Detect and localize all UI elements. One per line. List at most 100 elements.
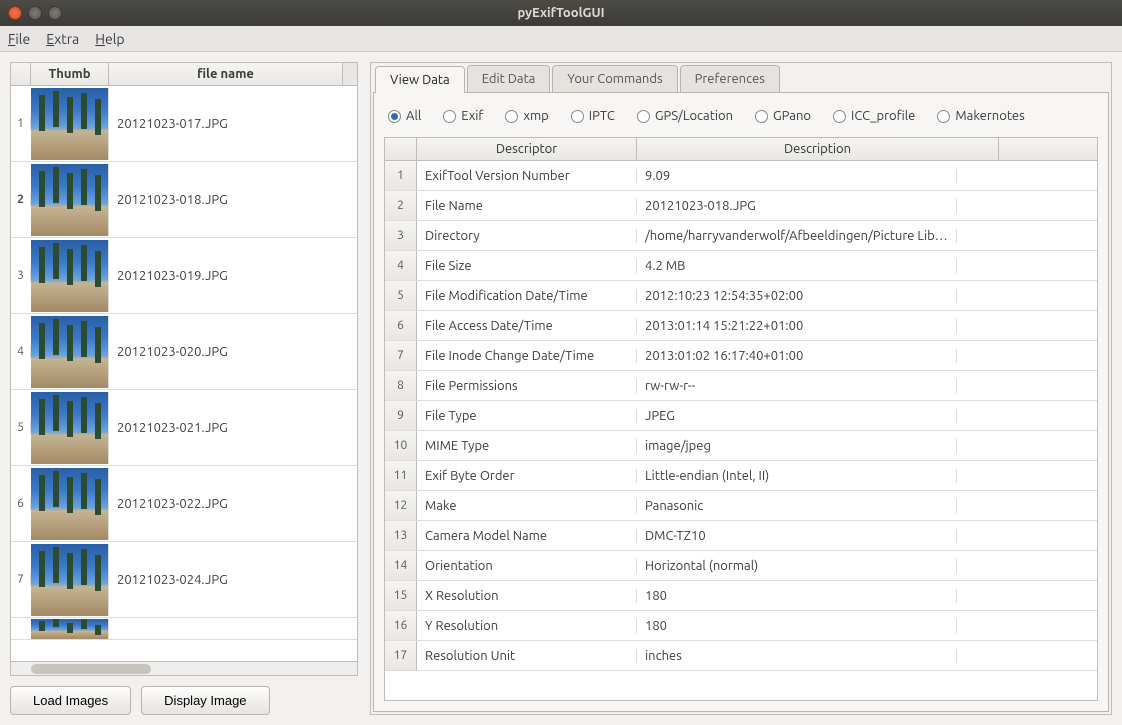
description: JPEG	[637, 409, 957, 423]
data-body[interactable]: 1ExifTool Version Number9.092File Name20…	[385, 161, 1097, 700]
table-row[interactable]: 13Camera Model NameDMC-TZ10	[385, 521, 1097, 551]
descriptor: File Modification Date/Time	[417, 289, 637, 303]
row-index: 7	[11, 573, 31, 586]
filter-gpano[interactable]: GPano	[755, 109, 811, 123]
col-index	[11, 63, 31, 85]
scroll-col	[1081, 138, 1097, 160]
descriptor: Camera Model Name	[417, 529, 637, 543]
filter-label: All	[406, 109, 421, 123]
left-panel: Thumb file name 120121023-017.JPG2201210…	[10, 62, 358, 715]
content: Thumb file name 120121023-017.JPG2201210…	[0, 52, 1122, 725]
menu-file[interactable]: File	[8, 31, 30, 47]
descriptor: MIME Type	[417, 439, 637, 453]
col-index	[385, 138, 417, 160]
descriptor: File Type	[417, 409, 637, 423]
filter-label: ICC_profile	[851, 109, 915, 123]
load-images-button[interactable]: Load Images	[10, 686, 131, 715]
table-row[interactable]: 7File Inode Change Date/Time2013:01:02 1…	[385, 341, 1097, 371]
descriptor: Make	[417, 499, 637, 513]
radio-icon	[571, 110, 584, 123]
description: 2013:01:14 15:21:22+01:00	[637, 319, 957, 333]
table-row[interactable]: 9File TypeJPEG	[385, 401, 1097, 431]
table-row[interactable]: 1ExifTool Version Number9.09	[385, 161, 1097, 191]
table-row[interactable]: 6 20121023-022.JPG	[11, 466, 357, 542]
row-index: 9	[385, 401, 417, 430]
col-description: Description	[637, 138, 999, 160]
row-index: 10	[385, 431, 417, 460]
descriptor: File Inode Change Date/Time	[417, 349, 637, 363]
row-index: 14	[385, 551, 417, 580]
radio-icon	[388, 110, 401, 123]
description: image/jpeg	[637, 439, 957, 453]
file-name: 20121023-017.JPG	[109, 117, 357, 131]
thumbnail-image	[31, 392, 109, 464]
table-row[interactable]: 2File Name20121023-018.JPG	[385, 191, 1097, 221]
horizontal-scrollbar[interactable]	[11, 661, 357, 675]
data-header: Descriptor Description	[385, 138, 1097, 161]
descriptor: Y Resolution	[417, 619, 637, 633]
display-image-button[interactable]: Display Image	[141, 686, 269, 715]
filter-gps-location[interactable]: GPS/Location	[637, 109, 733, 123]
thumbnail-image	[31, 544, 109, 616]
table-row[interactable]: 420121023-020.JPG	[11, 314, 357, 390]
table-row[interactable]: 520121023-021.JPG	[11, 390, 357, 466]
table-row[interactable]: 4File Size4.2 MB	[385, 251, 1097, 281]
descriptor: ExifTool Version Number	[417, 169, 637, 183]
descriptor: X Resolution	[417, 589, 637, 603]
thumbnail-body[interactable]: 120121023-017.JPG220121023-018.JPG320121…	[11, 86, 357, 661]
filter-label: GPS/Location	[655, 109, 733, 123]
maximize-button[interactable]	[48, 6, 62, 20]
description: 9.09	[637, 169, 957, 183]
table-row[interactable]: 16Y Resolution180	[385, 611, 1097, 641]
tab-your-commands[interactable]: Your Commands	[552, 65, 677, 92]
menu-extra[interactable]: Extra	[46, 31, 79, 47]
table-row[interactable]: 720121023-024.JPG	[11, 542, 357, 618]
filter-all[interactable]: All	[388, 109, 421, 123]
filter-icc-profile[interactable]: ICC_profile	[833, 109, 915, 123]
tabs: View DataEdit DataYour CommandsPreferenc…	[373, 65, 1109, 92]
filter-iptc[interactable]: IPTC	[571, 109, 615, 123]
col-thumb: Thumb	[31, 63, 109, 85]
row-index: 6	[11, 497, 31, 510]
description: 2012:10:23 12:54:35+02:00	[637, 289, 957, 303]
table-row[interactable]: 11Exif Byte OrderLittle-endian (Intel, I…	[385, 461, 1097, 491]
tab-preferences[interactable]: Preferences	[680, 65, 780, 92]
table-row[interactable]: 10MIME Typeimage/jpeg	[385, 431, 1097, 461]
tab-edit-data[interactable]: Edit Data	[467, 65, 551, 92]
table-row[interactable]: 14OrientationHorizontal (normal)	[385, 551, 1097, 581]
minimize-button[interactable]	[28, 6, 42, 20]
table-row[interactable]: 15X Resolution180	[385, 581, 1097, 611]
thumbnail-image	[31, 88, 109, 160]
table-row[interactable]: 6File Access Date/Time2013:01:14 15:21:2…	[385, 311, 1097, 341]
window-title: pyExifToolGUI	[517, 6, 604, 20]
description: Little-endian (Intel, II)	[637, 469, 957, 483]
col-descriptor: Descriptor	[417, 138, 637, 160]
filter-exif[interactable]: Exif	[443, 109, 483, 123]
table-row[interactable]: 220121023-018.JPG	[11, 162, 357, 238]
table-row[interactable]: 120121023-017.JPG	[11, 86, 357, 162]
radio-icon	[637, 110, 650, 123]
row-index: 13	[385, 521, 417, 550]
radio-icon	[937, 110, 950, 123]
menu-help[interactable]: Help	[95, 31, 124, 47]
table-row[interactable]: 8File Permissionsrw-rw-r--	[385, 371, 1097, 401]
table-row[interactable]	[11, 618, 357, 640]
table-row[interactable]: 12MakePanasonic	[385, 491, 1097, 521]
filter-makernotes[interactable]: Makernotes	[937, 109, 1024, 123]
tab-view-data[interactable]: View Data	[375, 66, 465, 93]
file-name: 20121023-019.JPG	[109, 269, 357, 283]
description: 2013:01:02 16:17:40+01:00	[637, 349, 957, 363]
row-index: 5	[11, 421, 31, 434]
description: 180	[637, 619, 957, 633]
description: DMC-TZ10	[637, 529, 957, 543]
table-row[interactable]: 17Resolution Unitinches	[385, 641, 1097, 671]
row-index: 11	[385, 461, 417, 490]
table-row[interactable]: 320121023-019.JPG	[11, 238, 357, 314]
table-row[interactable]: 5File Modification Date/Time2012:10:23 1…	[385, 281, 1097, 311]
right-panel: View DataEdit DataYour CommandsPreferenc…	[370, 62, 1112, 715]
radio-icon	[755, 110, 768, 123]
table-row[interactable]: 3Directory/home/harryvanderwolf/Afbeeldi…	[385, 221, 1097, 251]
close-button[interactable]	[8, 6, 22, 20]
file-name: 20121023-022.JPG	[109, 497, 357, 511]
filter-xmp[interactable]: xmp	[505, 109, 548, 123]
